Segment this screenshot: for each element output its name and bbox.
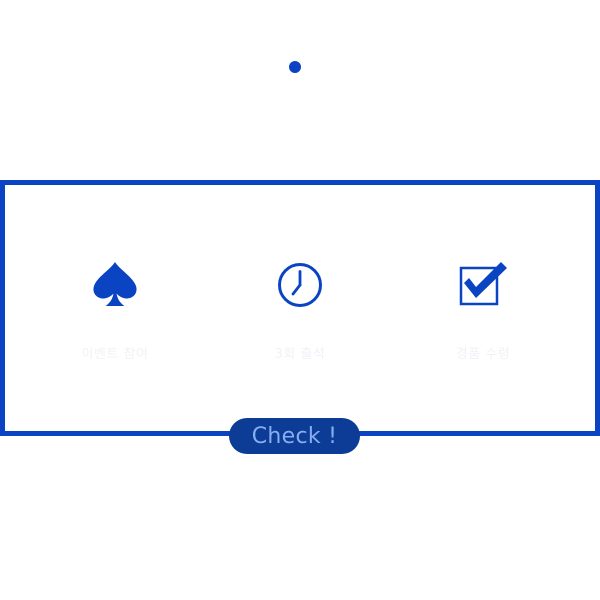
step-event-entry: 이벤트 참여 bbox=[45, 257, 185, 362]
spade-icon bbox=[87, 257, 143, 313]
step-attendance: 3회 출석 bbox=[230, 257, 370, 362]
step-label: 경품 수령 bbox=[455, 347, 511, 362]
check-badge: Check ! bbox=[229, 418, 360, 454]
steps-panel: 이벤트 참여 3회 출석 경품 수령 bbox=[0, 180, 600, 436]
check-badge-label: Check ! bbox=[251, 423, 338, 449]
step-label: 3회 출석 bbox=[274, 347, 326, 362]
indicator-dot bbox=[289, 61, 301, 73]
step-label: 이벤트 참여 bbox=[81, 347, 149, 362]
clock-icon bbox=[272, 257, 328, 313]
page: 이벤트 참여 3회 출석 경품 수령 Check ! bbox=[0, 0, 600, 600]
checkbox-icon bbox=[455, 257, 511, 313]
step-prize: 경품 수령 bbox=[413, 257, 553, 362]
